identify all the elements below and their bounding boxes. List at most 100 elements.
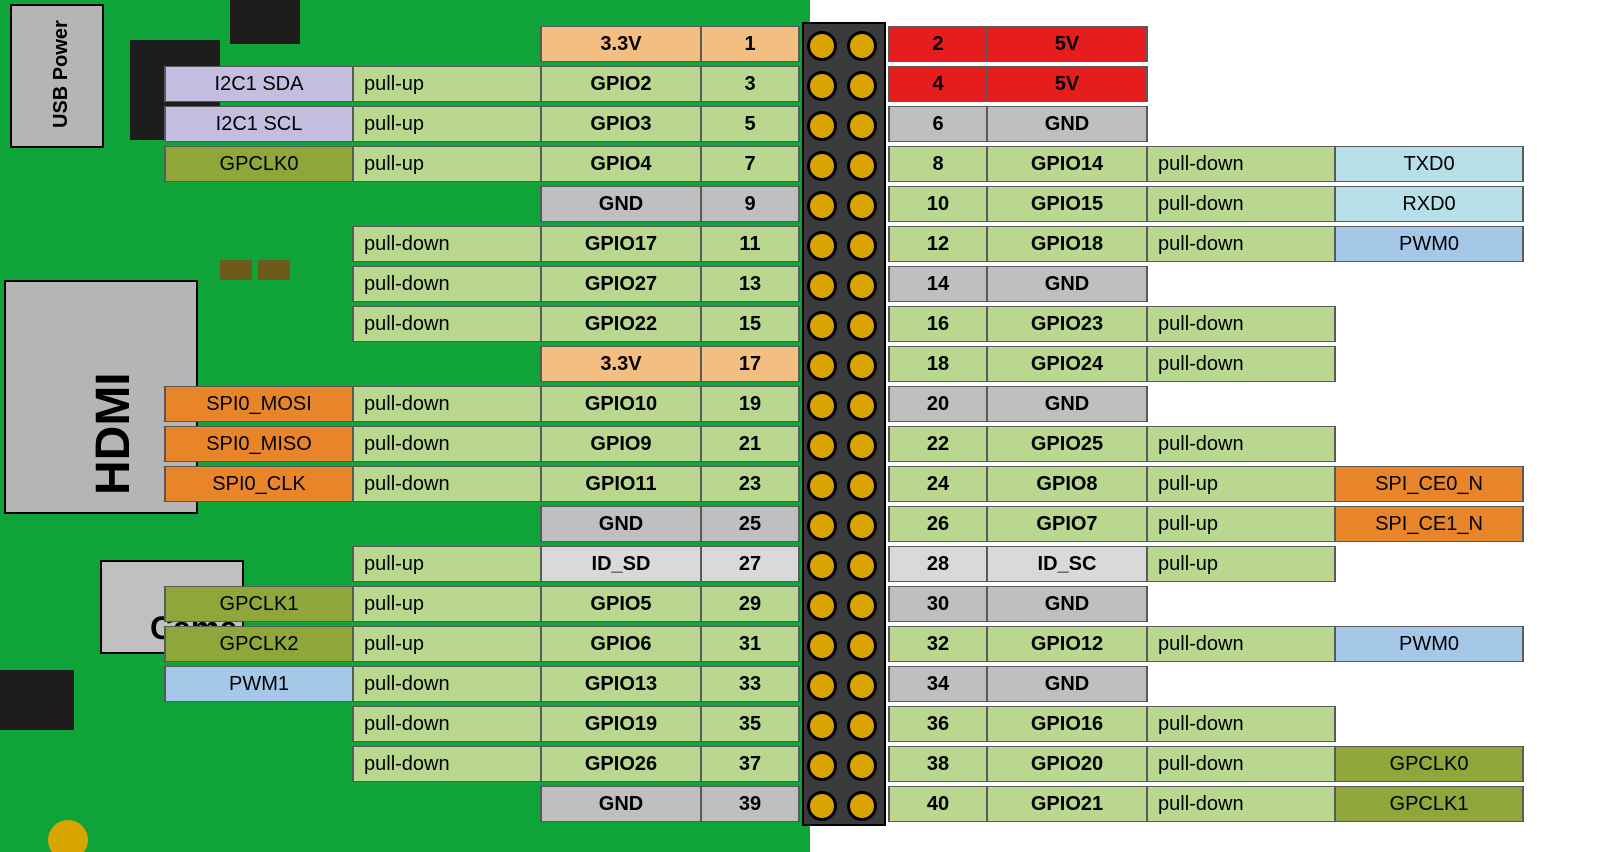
header-pin [802,706,842,746]
pin-pull: pull-down [1147,707,1335,741]
pin-row-14: 14GND [888,266,1148,302]
pin-number: 23 [701,467,799,501]
header-pin [802,386,842,426]
pin-name: GPIO11 [541,467,701,501]
pin-name: GPIO14 [987,147,1147,181]
pin-number: 40 [889,787,987,821]
header-pin [802,786,842,826]
pin-row-27: 27ID_SDpull-up [352,546,800,582]
header-pin [842,106,882,146]
header-pin [802,346,842,386]
pin-row-33: 33GPIO13pull-downPWM1 [164,666,800,702]
pin-alt: PWM1 [165,667,353,701]
pin-alt: SPI_CE0_N [1335,467,1523,501]
pin-name: 3.3V [541,27,701,61]
pin-pull: pull-down [353,227,541,261]
pin-pull: pull-up [1147,507,1335,541]
header-pin [842,386,882,426]
pin-pull: pull-down [353,667,541,701]
pin-pull: pull-up [353,627,541,661]
pin-alt: PWM0 [1335,227,1523,261]
pin-row-28: 28ID_SCpull-up [888,546,1336,582]
pin-name: GPIO3 [541,107,701,141]
pin-name: GPIO20 [987,747,1147,781]
pin-row-2: 25V [888,26,1148,62]
header-pin [842,226,882,266]
pin-name: GND [987,667,1147,701]
pin-alt: SPI_CE1_N [1335,507,1523,541]
pin-number: 4 [889,67,987,101]
pin-number: 37 [701,747,799,781]
pin-number: 13 [701,267,799,301]
pin-name: GND [987,587,1147,621]
pin-row-26: 26GPIO7pull-upSPI_CE1_N [888,506,1524,542]
pin-number: 36 [889,707,987,741]
mount-hole [48,820,88,852]
pin-number: 24 [889,467,987,501]
pin-name: GPIO26 [541,747,701,781]
pin-row-7: 7GPIO4pull-upGPCLK0 [164,146,800,182]
pin-pull: pull-down [1147,187,1335,221]
pin-pull: pull-up [1147,467,1335,501]
header-pin [802,306,842,346]
header-pin [802,586,842,626]
header-pin [842,706,882,746]
pin-pull: pull-down [1147,627,1335,661]
pin-row-10: 10GPIO15pull-downRXD0 [888,186,1524,222]
pin-number: 18 [889,347,987,381]
pin-number: 10 [889,187,987,221]
pin-number: 1 [701,27,799,61]
pin-row-29: 29GPIO5pull-upGPCLK1 [164,586,800,622]
pin-number: 25 [701,507,799,541]
header-pin [842,666,882,706]
header-pin [842,266,882,306]
pin-pull: pull-down [1147,427,1335,461]
pin-name: GPIO16 [987,707,1147,741]
hdmi-label: HDMI [86,372,141,495]
pin-name: GPIO21 [987,787,1147,821]
pin-name: GPIO17 [541,227,701,261]
pin-pull: pull-up [353,587,541,621]
pin-row-15: 15GPIO22pull-down [352,306,800,342]
pin-pull: pull-down [353,267,541,301]
pin-number: 3 [701,67,799,101]
pin-row-16: 16GPIO23pull-down [888,306,1336,342]
header-pin [802,266,842,306]
pin-row-8: 8GPIO14pull-downTXD0 [888,146,1524,182]
chip-2 [230,0,300,44]
pin-pull: pull-down [1147,347,1335,381]
pin-number: 31 [701,627,799,661]
pin-row-25: 25GND [540,506,800,542]
pin-row-9: 9GND [540,186,800,222]
pin-alt: TXD0 [1335,147,1523,181]
header-pin [842,586,882,626]
pin-number: 32 [889,627,987,661]
pin-pull: pull-up [353,147,541,181]
pin-row-4: 45V [888,66,1148,102]
pin-row-11: 11GPIO17pull-down [352,226,800,262]
pin-name: GND [987,107,1147,141]
pin-name: GPIO8 [987,467,1147,501]
pin-number: 27 [701,547,799,581]
pin-number: 17 [701,347,799,381]
pin-alt: RXD0 [1335,187,1523,221]
pin-alt: SPI0_MISO [165,427,353,461]
pin-number: 21 [701,427,799,461]
pin-row-13: 13GPIO27pull-down [352,266,800,302]
pin-name: GPIO2 [541,67,701,101]
smd-2 [258,260,290,280]
pin-number: 34 [889,667,987,701]
pin-name: GND [541,187,701,221]
pin-pull: pull-down [353,387,541,421]
header-pin [842,506,882,546]
pin-row-6: 6GND [888,106,1148,142]
header-pin [842,546,882,586]
pin-alt: I2C1 SCL [165,107,353,141]
header-pin [842,786,882,826]
pin-pull: pull-down [353,427,541,461]
pin-name: GPIO12 [987,627,1147,661]
audio-jack [0,670,74,730]
pin-number: 2 [889,27,987,61]
pin-number: 6 [889,107,987,141]
header-pin [802,26,842,66]
